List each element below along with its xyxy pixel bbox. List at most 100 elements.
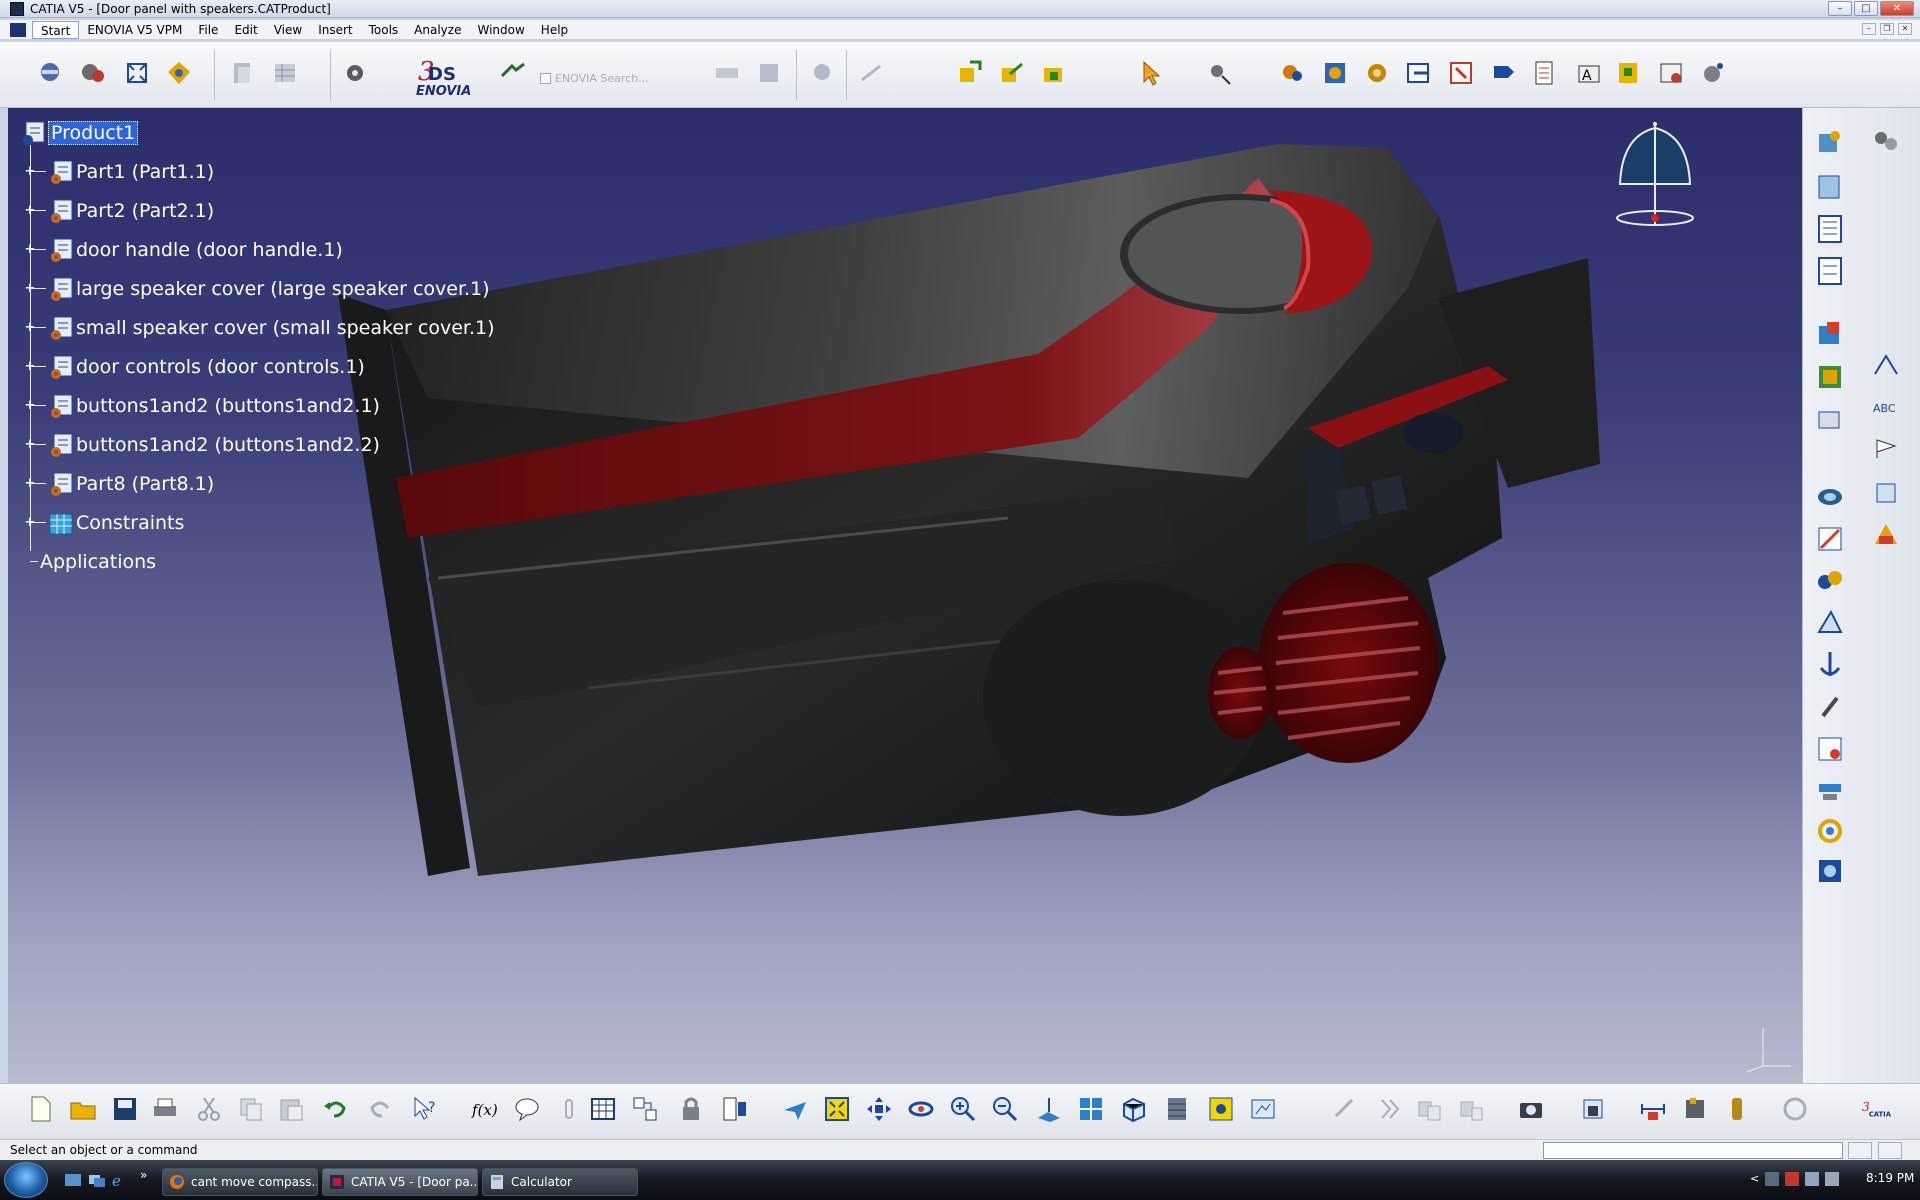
fly-mode-icon[interactable]	[780, 1094, 810, 1124]
menu-tools[interactable]: Tools	[361, 21, 407, 39]
command-list-button[interactable]	[1878, 1142, 1902, 1159]
tree-label[interactable]: Part8 (Part8.1)	[76, 473, 214, 495]
power-icon[interactable]	[1825, 1172, 1840, 1186]
pan-icon[interactable]	[864, 1094, 894, 1124]
whats-this-icon[interactable]: ?	[410, 1094, 440, 1124]
mass-properties-icon[interactable]	[1722, 1094, 1752, 1124]
catalog-icon[interactable]	[228, 58, 258, 88]
quick-constraint-icon[interactable]	[1530, 58, 1560, 88]
tree-label-applications[interactable]: Applications	[40, 551, 156, 573]
taskbar-button-firefox[interactable]: cant move compass...	[162, 1168, 318, 1196]
tree-label[interactable]: buttons1and2 (buttons1and2.1)	[76, 395, 380, 417]
flag-note-icon[interactable]	[1869, 432, 1903, 466]
swap-visible-space-icon[interactable]	[1248, 1094, 1278, 1124]
explode-icon[interactable]	[1813, 170, 1847, 204]
sectioning-icon[interactable]	[1813, 522, 1847, 556]
menu-help[interactable]: Help	[533, 21, 576, 39]
remove-icon[interactable]	[1813, 402, 1847, 436]
doc-close-button[interactable]: ✕	[1898, 23, 1912, 35]
3d-text-icon[interactable]	[1869, 476, 1903, 510]
offset-constraint-icon[interactable]	[1362, 58, 1392, 88]
switch-windows-icon[interactable]	[88, 1172, 106, 1188]
group-icon[interactable]	[1414, 1094, 1444, 1124]
3d-viewport[interactable]: Product1 + Part1 (Part1.1) + Part2 (Part…	[8, 108, 1802, 1083]
angle-constraint-icon[interactable]	[1404, 58, 1434, 88]
fix-component-icon[interactable]	[1446, 58, 1476, 88]
catia-menu-logo-icon[interactable]	[10, 22, 26, 37]
insert-existing-component-icon[interactable]	[1038, 58, 1068, 88]
weld-icon[interactable]	[1869, 348, 1903, 382]
pocket-icon[interactable]	[1813, 318, 1847, 352]
design-table-icon[interactable]	[630, 1094, 660, 1124]
knowledge-icon[interactable]	[164, 58, 194, 88]
insert-new-part-icon[interactable]	[996, 58, 1026, 88]
copy-icon[interactable]	[236, 1094, 266, 1124]
tree-label[interactable]: Constraints	[76, 512, 184, 534]
internet-explorer-icon[interactable]: e	[110, 1172, 128, 1188]
comment-icon[interactable]	[512, 1094, 542, 1124]
tree-label[interactable]: large speaker cover (large speaker cover…	[76, 278, 490, 300]
measure-between-icon[interactable]	[1813, 606, 1847, 640]
hide-show-icon[interactable]	[1206, 1094, 1236, 1124]
gear-icon[interactable]	[340, 58, 370, 88]
close-button[interactable]: ✕	[1880, 1, 1914, 16]
zoom-in-icon[interactable]	[948, 1094, 978, 1124]
undo-icon[interactable]	[320, 1094, 350, 1124]
swap-icon[interactable]	[1780, 1094, 1810, 1124]
clash-icon[interactable]	[1813, 480, 1847, 514]
ungroup-icon[interactable]	[1456, 1094, 1486, 1124]
taskbar-button-catia[interactable]: CATIA V5 - [Door pa...	[322, 1168, 478, 1196]
network-icon[interactable]	[1765, 1172, 1780, 1186]
open-folder-icon[interactable]	[68, 1094, 98, 1124]
publication-icon[interactable]	[1813, 774, 1847, 808]
attachment-icon[interactable]	[1813, 690, 1847, 724]
cut-icon[interactable]	[194, 1094, 224, 1124]
start-button[interactable]	[4, 1162, 48, 1198]
rotate-icon[interactable]	[906, 1094, 936, 1124]
fit-all-in-icon[interactable]	[822, 1094, 852, 1124]
command-input[interactable]	[1543, 1142, 1843, 1159]
menu-window[interactable]: Window	[469, 21, 532, 39]
normal-view-icon[interactable]	[1034, 1094, 1064, 1124]
redo-icon[interactable]	[366, 1094, 396, 1124]
minimize-button[interactable]: –	[1828, 1, 1852, 16]
bill-of-material-icon[interactable]	[1813, 732, 1847, 766]
volume-icon[interactable]	[1805, 1172, 1820, 1186]
quick-launch-overflow-icon[interactable]: »	[140, 1168, 147, 1182]
measure-inertia-icon[interactable]	[1680, 1094, 1710, 1124]
table-icon[interactable]	[588, 1094, 618, 1124]
fit-all-icon[interactable]	[122, 58, 152, 88]
link-icon[interactable]	[856, 58, 886, 88]
measure-icon[interactable]	[712, 58, 742, 88]
scene-icon[interactable]	[1869, 518, 1903, 552]
assembly-features-icon[interactable]	[1813, 126, 1847, 160]
tree-label[interactable]: small speaker cover (small speaker cover…	[76, 317, 495, 339]
update-icon[interactable]	[1698, 58, 1728, 88]
product-structure-icon[interactable]	[36, 58, 66, 88]
snap-icon[interactable]	[1330, 1094, 1360, 1124]
annotation-icon[interactable]	[1869, 126, 1903, 160]
paste-icon[interactable]	[276, 1094, 306, 1124]
add-icon[interactable]	[1813, 360, 1847, 394]
enovia-search[interactable]: ENOVIA Search...	[540, 72, 649, 85]
change-constraint-icon[interactable]	[1614, 58, 1644, 88]
reuse-pattern-icon[interactable]	[1656, 58, 1686, 88]
tree-label[interactable]: door handle (door handle.1)	[76, 239, 343, 261]
menu-enovia[interactable]: ENOVIA V5 VPM	[79, 21, 190, 39]
maximize-button[interactable]: □	[1854, 1, 1878, 16]
measure-item-icon[interactable]	[1638, 1094, 1668, 1124]
zoom-out-icon[interactable]	[990, 1094, 1020, 1124]
text-abc-icon[interactable]: ABC	[1869, 390, 1903, 424]
table-edit-icon[interactable]	[270, 58, 300, 88]
show-desktop-icon[interactable]	[64, 1172, 82, 1188]
shading-icon[interactable]	[1162, 1094, 1192, 1124]
doc-restore-button[interactable]: ❐	[1880, 23, 1894, 35]
sheet-metal-icon[interactable]	[1578, 1094, 1608, 1124]
compass-icon[interactable]	[1600, 116, 1710, 226]
antivirus-icon[interactable]	[1785, 1172, 1800, 1186]
hole-icon[interactable]	[1813, 254, 1847, 288]
insert-new-product-icon[interactable]	[954, 58, 984, 88]
distance-icon[interactable]	[1813, 564, 1847, 598]
tree-label[interactable]: buttons1and2 (buttons1and2.2)	[76, 434, 380, 456]
skip-icon[interactable]	[1374, 1094, 1404, 1124]
